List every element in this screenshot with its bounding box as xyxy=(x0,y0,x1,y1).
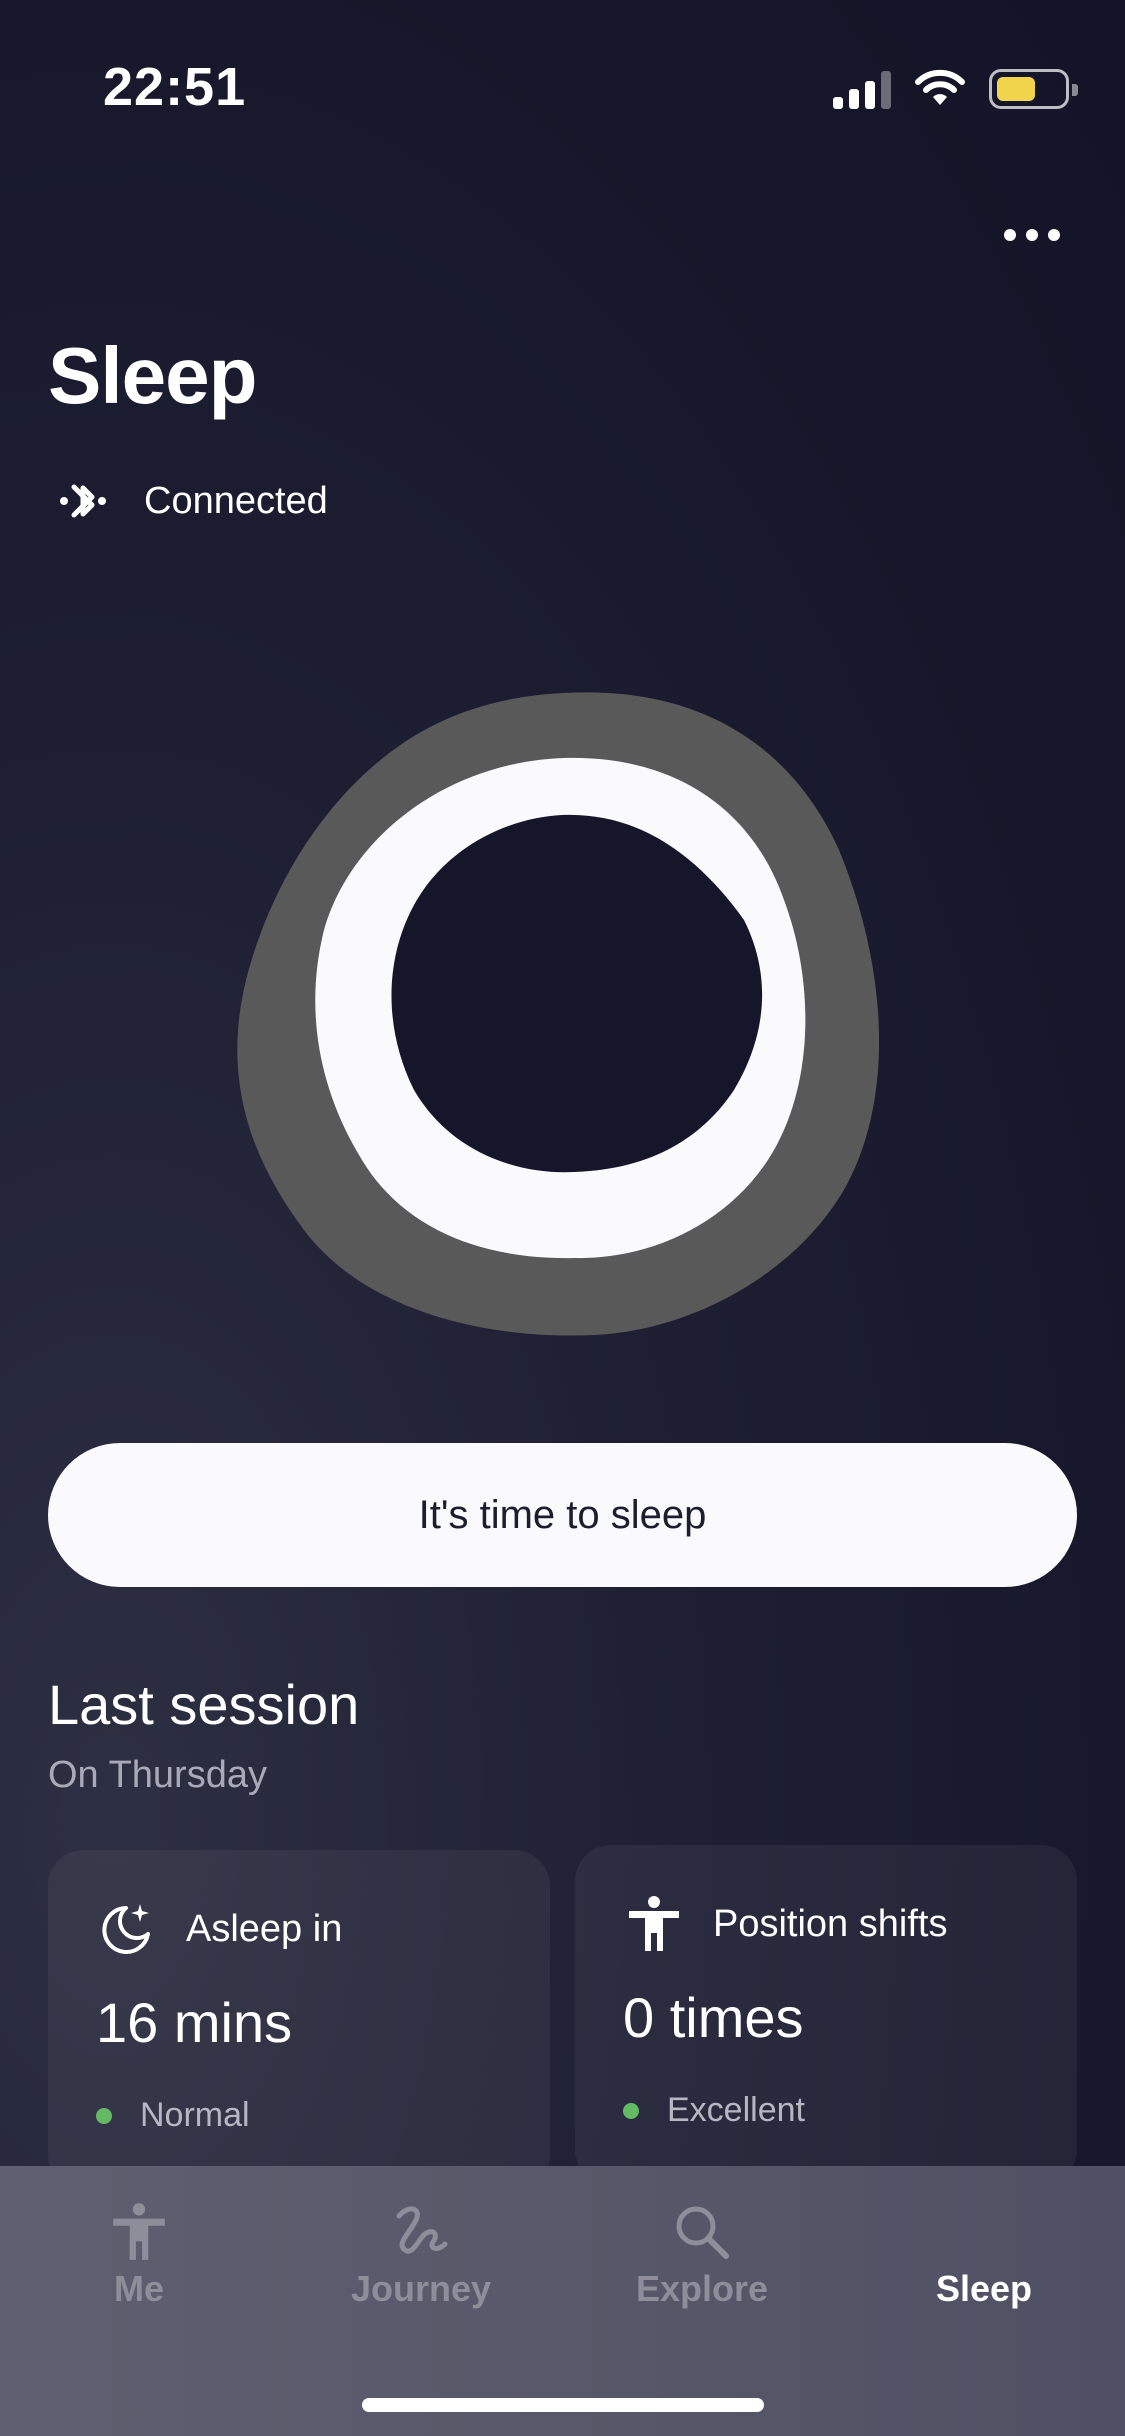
person-icon xyxy=(629,1896,679,1951)
last-session-title: Last session xyxy=(48,1673,360,1736)
status-indicator-dot xyxy=(623,2102,639,2119)
tab-me[interactable]: Me xyxy=(19,2200,259,2320)
more-horizontal-icon xyxy=(1004,229,1016,241)
tab-label: Me xyxy=(113,2268,164,2309)
tab-label: Journey xyxy=(350,2268,492,2309)
connection-label: Connected xyxy=(144,479,328,522)
tab-label: Explore xyxy=(635,2268,769,2309)
search-icon xyxy=(676,2206,729,2259)
asleep-in-card[interactable]: Asleep in 16 mins Normal xyxy=(48,1850,550,2190)
moon-icon xyxy=(964,2204,992,2260)
last-session-subtitle: On Thursday xyxy=(48,1754,267,1796)
card-status: Excellent xyxy=(667,2091,805,2129)
card-status: Normal xyxy=(140,2096,250,2134)
status-icons xyxy=(833,64,1078,114)
tab-bar: Me Journey Explore Sleep xyxy=(0,2166,1125,2436)
status-time: 22:51 xyxy=(103,57,247,117)
card-value: 0 times xyxy=(623,1986,804,2049)
battery-icon xyxy=(989,69,1078,109)
sleep-ring-graphic xyxy=(237,692,880,1336)
bluetooth-icon xyxy=(60,484,106,518)
card-value: 16 mins xyxy=(96,1991,293,2054)
tab-explore[interactable]: Explore xyxy=(582,2200,822,2320)
tab-journey[interactable]: Journey xyxy=(301,2200,541,2320)
cellular-signal-icon xyxy=(833,69,891,109)
page-title: Sleep xyxy=(48,331,257,420)
position-shifts-card[interactable]: Position shifts 0 times Excellent xyxy=(575,1845,1077,2185)
tab-label: Sleep xyxy=(935,2268,1033,2309)
card-label: Position shifts xyxy=(713,1902,948,1945)
status-bar: 22:51 xyxy=(0,0,1125,180)
moon-stars-icon xyxy=(102,1904,150,1954)
start-sleep-button[interactable]: It's time to sleep xyxy=(48,1443,1077,1587)
tab-sleep[interactable]: Sleep xyxy=(864,2200,1104,2320)
home-indicator[interactable] xyxy=(362,2398,764,2412)
more-options-button[interactable] xyxy=(997,218,1067,252)
battery-level xyxy=(997,77,1035,101)
journey-squiggle-icon xyxy=(396,2206,448,2254)
wifi-icon xyxy=(915,69,965,105)
status-indicator-dot xyxy=(96,2107,112,2124)
card-label: Asleep in xyxy=(186,1907,343,1950)
person-icon xyxy=(113,2203,165,2260)
connection-status: Connected xyxy=(52,470,328,532)
